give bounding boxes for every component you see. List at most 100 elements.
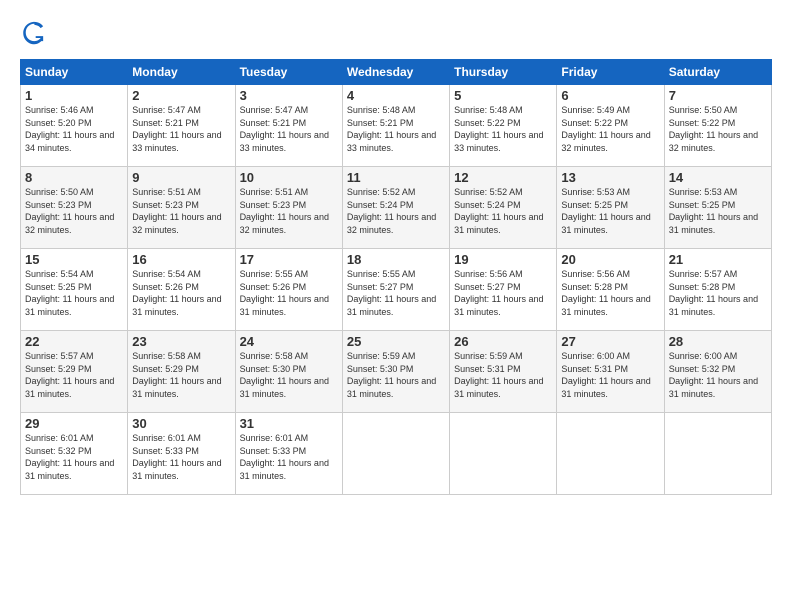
calendar-cell: 27 Sunrise: 6:00 AMSunset: 5:31 PMDaylig…	[557, 331, 664, 413]
calendar-cell: 8 Sunrise: 5:50 AMSunset: 5:23 PMDayligh…	[21, 167, 128, 249]
day-number: 30	[132, 416, 230, 431]
calendar-table: SundayMondayTuesdayWednesdayThursdayFrid…	[20, 59, 772, 495]
weekday-header: Wednesday	[342, 60, 449, 85]
calendar-cell: 11 Sunrise: 5:52 AMSunset: 5:24 PMDaylig…	[342, 167, 449, 249]
day-number: 28	[669, 334, 767, 349]
day-number: 25	[347, 334, 445, 349]
calendar-cell: 29 Sunrise: 6:01 AMSunset: 5:32 PMDaylig…	[21, 413, 128, 495]
day-info: Sunrise: 6:01 AMSunset: 5:32 PMDaylight:…	[25, 433, 114, 481]
weekday-header: Tuesday	[235, 60, 342, 85]
day-info: Sunrise: 5:58 AMSunset: 5:29 PMDaylight:…	[132, 351, 221, 399]
calendar-cell: 22 Sunrise: 5:57 AMSunset: 5:29 PMDaylig…	[21, 331, 128, 413]
day-info: Sunrise: 5:56 AMSunset: 5:27 PMDaylight:…	[454, 269, 543, 317]
day-info: Sunrise: 5:52 AMSunset: 5:24 PMDaylight:…	[454, 187, 543, 235]
day-info: Sunrise: 5:53 AMSunset: 5:25 PMDaylight:…	[669, 187, 758, 235]
day-number: 13	[561, 170, 659, 185]
day-info: Sunrise: 5:47 AMSunset: 5:21 PMDaylight:…	[132, 105, 221, 153]
day-info: Sunrise: 5:56 AMSunset: 5:28 PMDaylight:…	[561, 269, 650, 317]
day-number: 21	[669, 252, 767, 267]
calendar-header-row: SundayMondayTuesdayWednesdayThursdayFrid…	[21, 60, 772, 85]
day-number: 19	[454, 252, 552, 267]
day-number: 5	[454, 88, 552, 103]
calendar-cell: 30 Sunrise: 6:01 AMSunset: 5:33 PMDaylig…	[128, 413, 235, 495]
calendar-cell: 23 Sunrise: 5:58 AMSunset: 5:29 PMDaylig…	[128, 331, 235, 413]
calendar-week-row: 8 Sunrise: 5:50 AMSunset: 5:23 PMDayligh…	[21, 167, 772, 249]
calendar-cell: 20 Sunrise: 5:56 AMSunset: 5:28 PMDaylig…	[557, 249, 664, 331]
calendar-cell: 15 Sunrise: 5:54 AMSunset: 5:25 PMDaylig…	[21, 249, 128, 331]
day-number: 24	[240, 334, 338, 349]
day-number: 3	[240, 88, 338, 103]
logo-icon	[22, 20, 50, 48]
calendar-cell: 4 Sunrise: 5:48 AMSunset: 5:21 PMDayligh…	[342, 85, 449, 167]
day-info: Sunrise: 5:46 AMSunset: 5:20 PMDaylight:…	[25, 105, 114, 153]
calendar-cell: 26 Sunrise: 5:59 AMSunset: 5:31 PMDaylig…	[450, 331, 557, 413]
weekday-header: Thursday	[450, 60, 557, 85]
day-number: 6	[561, 88, 659, 103]
day-number: 2	[132, 88, 230, 103]
calendar-cell: 21 Sunrise: 5:57 AMSunset: 5:28 PMDaylig…	[664, 249, 771, 331]
day-info: Sunrise: 5:52 AMSunset: 5:24 PMDaylight:…	[347, 187, 436, 235]
calendar-week-row: 15 Sunrise: 5:54 AMSunset: 5:25 PMDaylig…	[21, 249, 772, 331]
calendar-cell: 2 Sunrise: 5:47 AMSunset: 5:21 PMDayligh…	[128, 85, 235, 167]
weekday-header: Sunday	[21, 60, 128, 85]
header	[20, 16, 772, 53]
calendar-cell: 19 Sunrise: 5:56 AMSunset: 5:27 PMDaylig…	[450, 249, 557, 331]
calendar-week-row: 1 Sunrise: 5:46 AMSunset: 5:20 PMDayligh…	[21, 85, 772, 167]
calendar-cell: 24 Sunrise: 5:58 AMSunset: 5:30 PMDaylig…	[235, 331, 342, 413]
calendar-cell: 5 Sunrise: 5:48 AMSunset: 5:22 PMDayligh…	[450, 85, 557, 167]
day-number: 7	[669, 88, 767, 103]
day-info: Sunrise: 6:01 AMSunset: 5:33 PMDaylight:…	[132, 433, 221, 481]
calendar-cell: 6 Sunrise: 5:49 AMSunset: 5:22 PMDayligh…	[557, 85, 664, 167]
day-info: Sunrise: 5:59 AMSunset: 5:31 PMDaylight:…	[454, 351, 543, 399]
calendar-cell: 10 Sunrise: 5:51 AMSunset: 5:23 PMDaylig…	[235, 167, 342, 249]
day-number: 27	[561, 334, 659, 349]
calendar-cell	[342, 413, 449, 495]
logo	[20, 20, 54, 53]
day-number: 12	[454, 170, 552, 185]
day-number: 20	[561, 252, 659, 267]
calendar-cell: 14 Sunrise: 5:53 AMSunset: 5:25 PMDaylig…	[664, 167, 771, 249]
day-number: 22	[25, 334, 123, 349]
day-number: 16	[132, 252, 230, 267]
day-info: Sunrise: 6:01 AMSunset: 5:33 PMDaylight:…	[240, 433, 329, 481]
day-number: 10	[240, 170, 338, 185]
day-number: 26	[454, 334, 552, 349]
weekday-header: Monday	[128, 60, 235, 85]
day-number: 8	[25, 170, 123, 185]
day-number: 17	[240, 252, 338, 267]
day-info: Sunrise: 5:49 AMSunset: 5:22 PMDaylight:…	[561, 105, 650, 153]
day-number: 14	[669, 170, 767, 185]
page-container: SundayMondayTuesdayWednesdayThursdayFrid…	[0, 0, 792, 505]
calendar-cell	[450, 413, 557, 495]
day-info: Sunrise: 5:50 AMSunset: 5:22 PMDaylight:…	[669, 105, 758, 153]
day-number: 9	[132, 170, 230, 185]
day-info: Sunrise: 5:57 AMSunset: 5:29 PMDaylight:…	[25, 351, 114, 399]
calendar-week-row: 22 Sunrise: 5:57 AMSunset: 5:29 PMDaylig…	[21, 331, 772, 413]
day-number: 15	[25, 252, 123, 267]
day-number: 29	[25, 416, 123, 431]
day-info: Sunrise: 6:00 AMSunset: 5:32 PMDaylight:…	[669, 351, 758, 399]
calendar-body: 1 Sunrise: 5:46 AMSunset: 5:20 PMDayligh…	[21, 85, 772, 495]
day-number: 1	[25, 88, 123, 103]
day-info: Sunrise: 6:00 AMSunset: 5:31 PMDaylight:…	[561, 351, 650, 399]
calendar-cell: 17 Sunrise: 5:55 AMSunset: 5:26 PMDaylig…	[235, 249, 342, 331]
calendar-cell: 9 Sunrise: 5:51 AMSunset: 5:23 PMDayligh…	[128, 167, 235, 249]
day-info: Sunrise: 5:53 AMSunset: 5:25 PMDaylight:…	[561, 187, 650, 235]
calendar-cell: 7 Sunrise: 5:50 AMSunset: 5:22 PMDayligh…	[664, 85, 771, 167]
day-info: Sunrise: 5:51 AMSunset: 5:23 PMDaylight:…	[240, 187, 329, 235]
day-info: Sunrise: 5:57 AMSunset: 5:28 PMDaylight:…	[669, 269, 758, 317]
calendar-cell: 25 Sunrise: 5:59 AMSunset: 5:30 PMDaylig…	[342, 331, 449, 413]
calendar-week-row: 29 Sunrise: 6:01 AMSunset: 5:32 PMDaylig…	[21, 413, 772, 495]
calendar-cell: 12 Sunrise: 5:52 AMSunset: 5:24 PMDaylig…	[450, 167, 557, 249]
calendar-cell: 13 Sunrise: 5:53 AMSunset: 5:25 PMDaylig…	[557, 167, 664, 249]
calendar-cell: 3 Sunrise: 5:47 AMSunset: 5:21 PMDayligh…	[235, 85, 342, 167]
day-info: Sunrise: 5:59 AMSunset: 5:30 PMDaylight:…	[347, 351, 436, 399]
day-info: Sunrise: 5:58 AMSunset: 5:30 PMDaylight:…	[240, 351, 329, 399]
calendar-cell	[664, 413, 771, 495]
day-info: Sunrise: 5:48 AMSunset: 5:22 PMDaylight:…	[454, 105, 543, 153]
day-info: Sunrise: 5:47 AMSunset: 5:21 PMDaylight:…	[240, 105, 329, 153]
calendar-cell: 31 Sunrise: 6:01 AMSunset: 5:33 PMDaylig…	[235, 413, 342, 495]
calendar-cell: 1 Sunrise: 5:46 AMSunset: 5:20 PMDayligh…	[21, 85, 128, 167]
day-info: Sunrise: 5:51 AMSunset: 5:23 PMDaylight:…	[132, 187, 221, 235]
day-info: Sunrise: 5:50 AMSunset: 5:23 PMDaylight:…	[25, 187, 114, 235]
